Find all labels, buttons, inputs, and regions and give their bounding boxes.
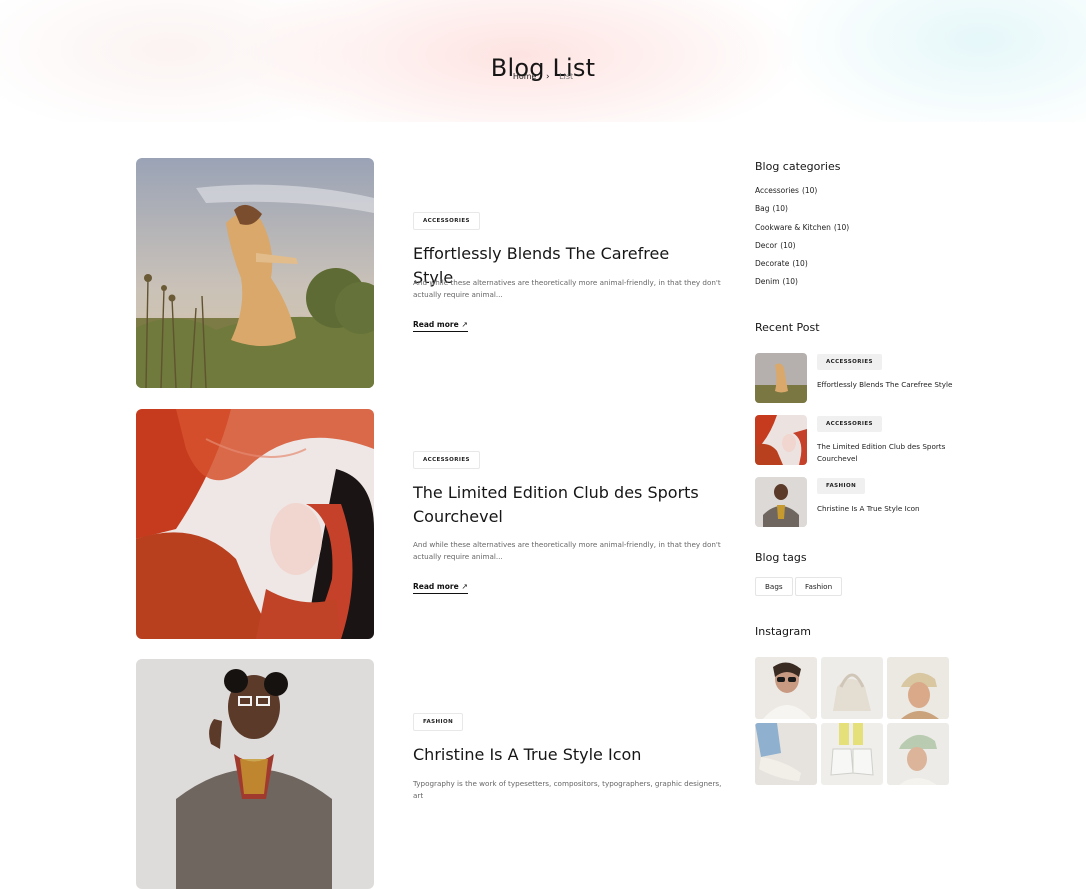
categories-heading: Blog categories [755, 160, 841, 173]
post-image[interactable] [136, 659, 374, 889]
recent-post-heading: Recent Post [755, 321, 820, 334]
breadcrumb-home-link[interactable]: Home [513, 72, 537, 81]
chevron-right-icon: › [546, 72, 550, 82]
category-item[interactable]: Cookware & Kitchen (10) [755, 223, 849, 241]
instagram-image[interactable] [887, 657, 949, 719]
category-item[interactable]: Denim (10) [755, 277, 849, 295]
category-item[interactable]: Decor (10) [755, 241, 849, 259]
page-hero: Blog List Home › List [0, 0, 1086, 122]
post-category-badge[interactable]: ACCESSORIES [413, 212, 480, 230]
category-item[interactable]: Accessories (10) [755, 186, 849, 204]
tag-bags[interactable]: Bags [755, 577, 793, 596]
category-count: (10) [780, 240, 796, 250]
category-name: Accessories [755, 186, 799, 195]
instagram-image[interactable] [755, 657, 817, 719]
instagram-image[interactable] [821, 723, 883, 785]
recent-post-title[interactable]: Christine Is A True Style Icon [817, 503, 953, 515]
category-count: (10) [782, 277, 798, 287]
post-excerpt: And while these alternatives are theoret… [413, 278, 721, 299]
instagram-image[interactable] [755, 723, 817, 785]
category-count: (10) [772, 204, 788, 214]
post-title[interactable]: Christine Is A True Style Icon [413, 743, 713, 767]
recent-post-thumbnail[interactable] [755, 415, 807, 465]
category-name: Decor [755, 240, 778, 250]
read-more-link[interactable]: Read more ↗ [413, 582, 468, 594]
category-name: Cookware & Kitchen [755, 222, 831, 232]
category-name: Decorate [755, 259, 790, 269]
recent-post-title[interactable]: The Limited Edition Club des Sports Cour… [817, 441, 953, 465]
category-name: Bag [755, 204, 770, 214]
arrow-up-right-icon: ↗ [461, 320, 468, 329]
post-category-badge[interactable]: FASHION [413, 713, 464, 731]
blog-tags-heading: Blog tags [755, 551, 807, 564]
post-category-badge[interactable]: ACCESSORIES [413, 451, 480, 469]
category-list: Accessories (10) Bag (10) Cookware & Kitch… [755, 186, 849, 296]
recent-post-thumbnail[interactable] [755, 353, 807, 403]
instagram-image[interactable] [887, 723, 949, 785]
post-excerpt: Typography is the work of typesetters, c… [413, 779, 722, 800]
category-name: Denim [755, 277, 780, 287]
post-excerpt: And while these alternatives are theoret… [413, 540, 721, 561]
instagram-image[interactable] [821, 657, 883, 719]
recent-post-title[interactable]: Effortlessly Blends The Carefree Style [817, 379, 953, 391]
post-image[interactable] [136, 409, 374, 639]
category-item[interactable]: Bag (10) [755, 204, 849, 222]
post-title[interactable]: The Limited Edition Club des Sports Cour… [413, 481, 713, 529]
post-image[interactable] [136, 158, 374, 388]
category-item[interactable]: Decorate (10) [755, 259, 849, 277]
breadcrumb: Home › List [0, 72, 1086, 82]
category-count: (10) [792, 259, 808, 269]
read-more-label: Read more [413, 320, 459, 329]
read-more-label: Read more [413, 582, 459, 591]
recent-post-thumbnail[interactable] [755, 477, 807, 527]
arrow-up-right-icon: ↗ [461, 582, 468, 591]
category-count: (10) [833, 222, 850, 232]
category-count: (10) [801, 186, 818, 195]
recent-post-category-badge[interactable]: ACCESSORIES [817, 354, 882, 370]
recent-post-category-badge[interactable]: FASHION [817, 478, 866, 494]
tag-fashion[interactable]: Fashion [795, 577, 843, 596]
recent-post-category-badge[interactable]: ACCESSORIES [817, 416, 882, 432]
read-more-link[interactable]: Read more ↗ [413, 320, 468, 332]
instagram-heading: Instagram [755, 625, 811, 638]
breadcrumb-current: List [559, 72, 574, 81]
